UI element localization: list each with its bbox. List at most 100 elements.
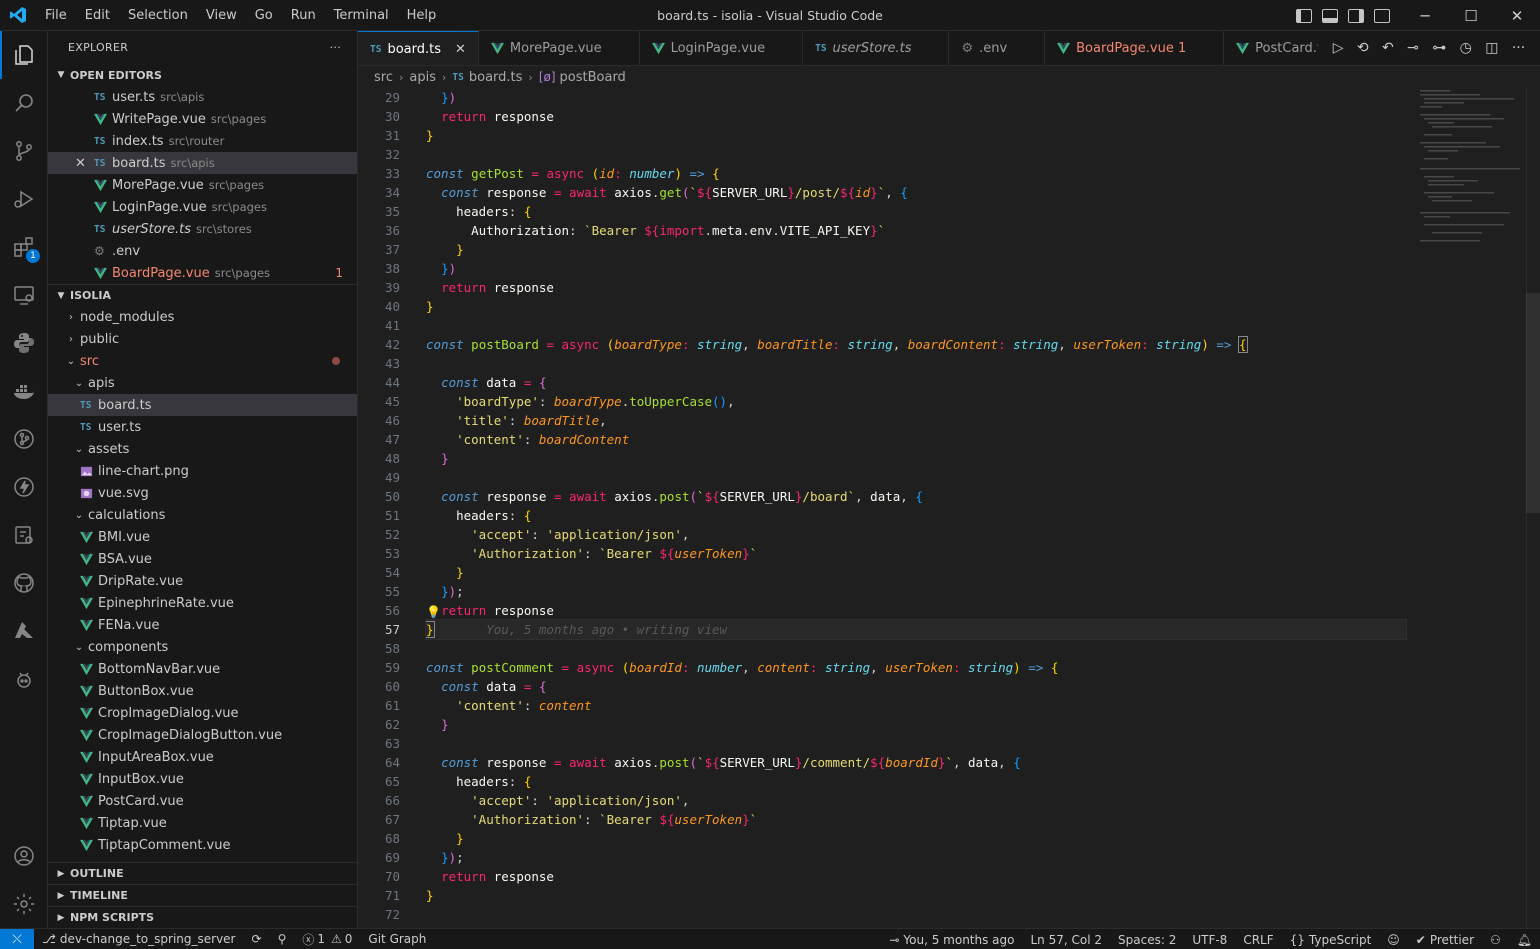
branch-item[interactable]: ⎇ dev-change_to_spring_server — [34, 932, 244, 946]
toggle-secondary-sidebar-icon[interactable] — [1348, 8, 1364, 23]
minimap[interactable] — [1416, 88, 1526, 248]
cursor-position[interactable]: Ln 57, Col 2 — [1023, 933, 1111, 947]
git-lens-icon[interactable] — [0, 415, 48, 463]
copilot-icon[interactable] — [0, 655, 48, 703]
open-editor-item[interactable]: WritePage.vue src\pages — [48, 108, 357, 130]
run-icon[interactable]: ▷ — [1333, 40, 1344, 56]
thunder-client-icon[interactable] — [0, 463, 48, 511]
split-editor-icon[interactable]: ◫ — [1485, 40, 1498, 56]
menu-run[interactable]: Run — [282, 0, 325, 31]
folder-item[interactable]: ⌄ components — [48, 636, 357, 658]
timeline-icon[interactable]: ◷ — [1460, 40, 1472, 56]
folder-item[interactable]: ⌄ src — [48, 350, 357, 372]
maximize-button[interactable]: ☐ — [1448, 0, 1494, 31]
close-icon[interactable]: ✕ — [455, 42, 466, 57]
code-editor[interactable]: 29 30 31 32 33 34 35 36 37 38 39 40 41 42 43 44 45 46 47 48… — [358, 88, 1540, 928]
minimize-button[interactable]: ─ — [1402, 0, 1448, 31]
open-editor-item[interactable]: MorePage.vue src\pages — [48, 174, 357, 196]
menu-go[interactable]: Go — [246, 0, 282, 31]
code-content[interactable]: }) return response } const getPost = asy… — [425, 88, 1407, 928]
file-item[interactable]: FENa.vue — [48, 614, 357, 636]
indentation[interactable]: Spaces: 2 — [1110, 933, 1184, 947]
source-control-icon[interactable] — [0, 127, 48, 175]
breadcrumb-item[interactable]: src — [374, 70, 393, 85]
file-item[interactable]: BMI.vue — [48, 526, 357, 548]
editor-tab[interactable]: ⚙.env✕ — [949, 31, 1046, 65]
outline-header[interactable]: ▶ OUTLINE — [48, 862, 357, 884]
file-item[interactable]: EpinephrineRate.vue — [48, 592, 357, 614]
project-header[interactable]: ▼ ISOLIA — [48, 284, 357, 306]
revert-icon[interactable]: ↶ — [1382, 40, 1394, 56]
open-editor-item[interactable]: TS user.ts src\apis — [48, 86, 357, 108]
folder-item[interactable]: ⌄ assets — [48, 438, 357, 460]
toggle-primary-sidebar-icon[interactable] — [1296, 8, 1312, 23]
timeline-header[interactable]: ▶ TIMELINE — [48, 884, 357, 906]
account-icon[interactable] — [0, 832, 48, 880]
open-editor-item[interactable]: LoginPage.vue src\pages — [48, 196, 357, 218]
close-window-button[interactable]: ✕ — [1494, 0, 1540, 31]
more-actions-icon[interactable]: ··· — [330, 41, 341, 54]
menu-edit[interactable]: Edit — [76, 0, 119, 31]
folder-item[interactable]: › node_modules — [48, 306, 357, 328]
open-editor-item[interactable]: ✕ TS board.ts src\apis — [48, 152, 357, 174]
file-item[interactable]: CropImageDialog.vue — [48, 702, 357, 724]
scrollbar-thumb[interactable] — [1526, 293, 1540, 513]
editor-tab[interactable]: LoginPage.vue✕ — [640, 31, 804, 65]
test-explorer-icon[interactable] — [0, 511, 48, 559]
prettier-item[interactable]: ✔ Prettier — [1408, 933, 1482, 947]
compare-icon[interactable]: ⊶ — [1432, 40, 1446, 56]
github-icon[interactable] — [0, 559, 48, 607]
commit-icon[interactable]: ⊸ — [1407, 40, 1419, 56]
breadcrumb-item[interactable]: postBoard — [560, 70, 626, 85]
git-publish-icon[interactable]: ⚲ — [270, 932, 295, 946]
editor-tab[interactable]: MorePage.vue✕ — [479, 31, 640, 65]
history-icon[interactable]: ⟲ — [1357, 40, 1369, 56]
customize-layout-icon[interactable] — [1374, 8, 1390, 23]
blame-item[interactable]: ⊸ You, 5 months ago — [881, 933, 1022, 947]
folder-item[interactable]: ⌄ calculations — [48, 504, 357, 526]
close-icon[interactable]: ✕ — [75, 156, 86, 171]
run-debug-icon[interactable] — [0, 175, 48, 223]
editor-tab[interactable]: TSuserStore.ts✕ — [803, 31, 950, 65]
file-item[interactable]: vue.svg — [48, 482, 357, 504]
open-editor-item[interactable]: BoardPage.vue src\pages 1 — [48, 262, 357, 284]
extensions-icon[interactable]: 1 — [0, 223, 48, 271]
language-mode[interactable]: {} TypeScript — [1282, 933, 1380, 947]
remote-indicator-icon[interactable]: ⤬ — [0, 928, 34, 949]
file-item[interactable]: line-chart.png — [48, 460, 357, 482]
settings-gear-icon[interactable] — [0, 880, 48, 928]
problems-item[interactable]: ⓧ 1 ⚠ 0 — [294, 931, 360, 948]
vertical-scrollbar[interactable] — [1526, 88, 1540, 928]
feedback-icon[interactable]: ⚇ — [1482, 933, 1509, 947]
file-item[interactable]: CropImageDialogButton.vue — [48, 724, 357, 746]
more-actions-icon[interactable]: ··· — [1512, 40, 1525, 56]
file-item[interactable]: TiptapComment.vue — [48, 834, 357, 856]
git-graph-button[interactable]: Git Graph — [360, 932, 434, 946]
editor-tab[interactable]: TS board.ts ✕ — [358, 31, 479, 65]
open-editor-item[interactable]: TS userStore.ts src\stores — [48, 218, 357, 240]
file-item[interactable]: BottomNavBar.vue — [48, 658, 357, 680]
sync-icon[interactable]: ⟳ — [244, 932, 270, 946]
copilot-status-icon[interactable]: ☺ — [1379, 933, 1408, 947]
file-item[interactable]: TS board.ts — [48, 394, 357, 416]
file-item[interactable]: PostCard.vue — [48, 790, 357, 812]
breadcrumb-item[interactable]: apis — [409, 70, 436, 85]
end-of-line[interactable]: CRLF — [1235, 933, 1281, 947]
python-icon[interactable] — [0, 319, 48, 367]
file-item[interactable]: InputAreaBox.vue — [48, 746, 357, 768]
notifications-bell-icon[interactable]: 🔔︎ — [1509, 933, 1540, 947]
open-editors-header[interactable]: ▼ OPEN EDITORS — [48, 64, 357, 86]
menu-selection[interactable]: Selection — [119, 0, 197, 31]
encoding[interactable]: UTF-8 — [1184, 933, 1235, 947]
menu-help[interactable]: Help — [398, 0, 446, 31]
open-editor-item[interactable]: ⚙ .env — [48, 240, 357, 262]
menu-terminal[interactable]: Terminal — [325, 0, 398, 31]
azure-icon[interactable] — [0, 607, 48, 655]
npm-scripts-header[interactable]: ▶ NPM SCRIPTS — [48, 906, 357, 928]
search-icon[interactable] — [0, 79, 48, 127]
editor-tab[interactable]: BoardPage.vue 1✕ — [1045, 31, 1225, 65]
file-item[interactable]: TS user.ts — [48, 416, 357, 438]
file-item[interactable]: InputBox.vue — [48, 768, 357, 790]
remote-explorer-icon[interactable] — [0, 271, 48, 319]
open-editor-item[interactable]: TS index.ts src\router — [48, 130, 357, 152]
